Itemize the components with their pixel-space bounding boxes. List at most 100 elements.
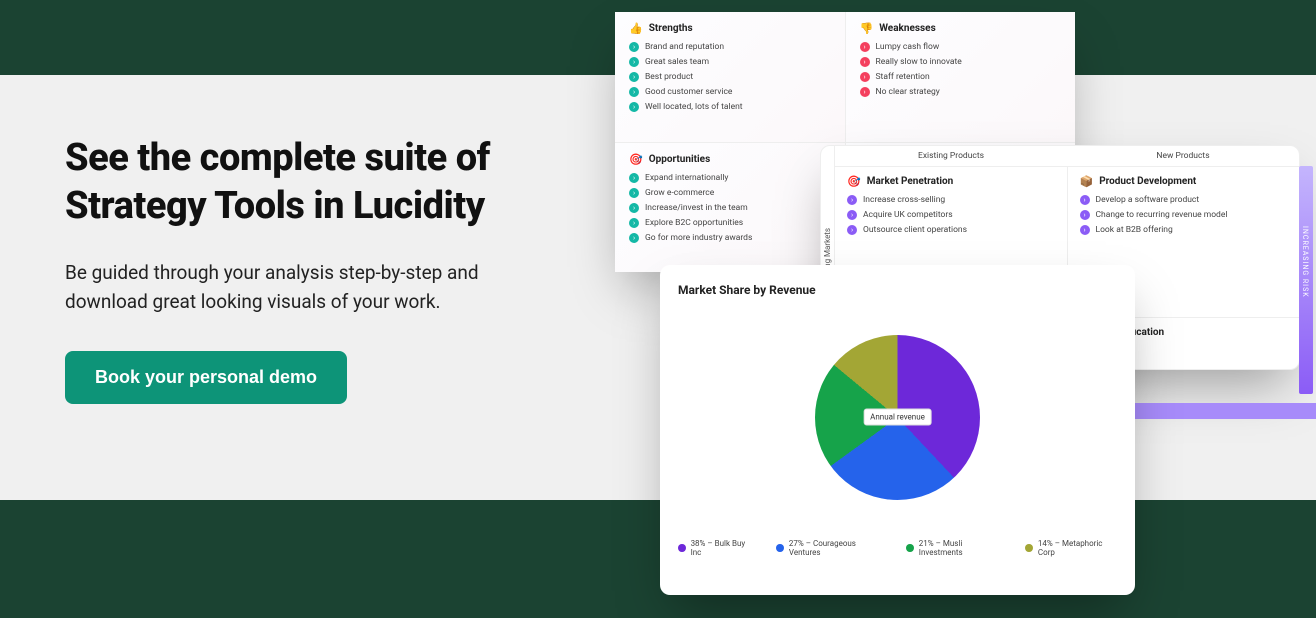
legend-item: 27% – Courageous Ventures [776,539,884,557]
list-item-label: Staff retention [876,72,930,82]
thumbs-down-icon: 👎 [860,22,874,35]
bullet-icon: › [629,218,639,228]
pie-center-label: Annual revenue [863,409,932,426]
bullet-icon: › [629,102,639,112]
list-item-label: Grow e-commerce [645,188,714,198]
ansoff-col-existing: Existing Products [835,146,1067,166]
swot-weaknesses-header: 👎 Weaknesses [860,22,1062,35]
bullet-icon: › [629,173,639,183]
subtext: Be guided through your analysis step-by-… [65,258,565,317]
list-item-label: Well located, lots of talent [645,102,743,112]
swot-strengths-header: 👍 Strengths [629,22,831,35]
ansoff-penetration-title: Market Penetration [867,176,954,187]
list-item: › No clear strategy [860,87,1062,97]
swot-opportunities-header: 🎯 Opportunities [629,153,831,166]
list-item: › Great sales team [629,57,831,67]
list-item-label: Develop a software product [1096,195,1200,205]
list-item: › Increase/invest in the team [629,203,831,213]
legend-item: 38% – Bulk Buy Inc [678,539,754,557]
list-item-label: Increase cross-selling [863,195,945,205]
bullet-icon: › [847,210,857,220]
list-item-label: Go for more industry awards [645,233,752,243]
bullet-icon: › [860,87,870,97]
target-icon: 🎯 [847,175,861,188]
legend-item: 14% – Metaphoric Corp [1025,539,1117,557]
list-item: ›Increase cross-selling [847,195,1055,205]
headline: See the complete suite of Strategy Tools… [65,135,565,230]
swot-opportunities: 🎯 Opportunities ›Expand internationally›… [615,143,845,273]
ansoff-col-labels: Existing Products New Products [835,146,1299,167]
list-item: › Go for more industry awards [629,233,831,243]
list-item: › Change to recurring revenue model [1080,210,1288,220]
list-item-label: Change to recurring revenue model [1096,210,1228,220]
thumbs-up-icon: 👍 [629,22,643,35]
list-item-label: Best product [645,72,693,82]
legend-dot-icon [1025,544,1033,552]
pie-title: Market Share by Revenue [678,283,1117,297]
list-item-label: Expand internationally [645,173,728,183]
legend-label: 21% – Musli Investments [919,539,1004,557]
bullet-icon: › [629,57,639,67]
list-item-label: Look at B2B offering [1096,225,1173,235]
legend-item: 21% – Musli Investments [906,539,1003,557]
bullet-icon: › [629,188,639,198]
list-item-label: Lumpy cash flow [876,42,940,52]
risk-label: INCREASING RISK [1301,226,1309,298]
swot-weaknesses: 👎 Weaknesses › Lumpy cash flow › Really slo… [846,12,1076,142]
package-icon: 📦 [1080,175,1094,188]
pie-wrap: Annual revenue [678,307,1117,527]
legend-label: 38% – Bulk Buy Inc [691,539,755,557]
bullet-icon: › [860,72,870,82]
list-item: › Explore B2C opportunities [629,218,831,228]
list-item: › Good customer service [629,87,831,97]
bullet-icon: › [1080,195,1090,205]
legend-dot-icon [906,544,914,552]
list-item: › Brand and reputation [629,42,831,52]
list-item-label: Great sales team [645,57,709,67]
swot-strengths: 👍 Strengths › Brand and reputation › Great … [615,12,845,142]
target-icon: 🎯 [629,153,643,166]
ansoff-product-dev-title: Product Development [1099,176,1196,187]
list-item-label: Explore B2C opportunities [645,218,743,228]
legend-dot-icon [776,544,784,552]
bullet-icon: › [629,42,639,52]
legend-label: 14% – Metaphoric Corp [1038,539,1117,557]
bullet-icon: › [629,233,639,243]
list-item: › Staff retention [860,72,1062,82]
swot-opportunities-title: Opportunities [649,154,711,165]
pie-legend: 38% – Bulk Buy Inc 27% – Courageous Ventu… [678,539,1117,557]
pie-chart: Annual revenue [815,335,980,500]
bullet-icon: › [629,87,639,97]
list-item: › Look at B2B offering [1080,225,1288,235]
list-item: › Best product [629,72,831,82]
list-item: › Well located, lots of talent [629,102,831,112]
list-item: › Expand internationally [629,173,831,183]
list-item: › Outsource client operations [847,225,1055,235]
bullet-icon: › [847,225,857,235]
list-item-label: No clear strategy [876,87,940,97]
list-item-label: Good customer service [645,87,732,97]
swot-strengths-title: Strengths [649,23,693,34]
list-item-label: Outsource client operations [863,225,967,235]
list-item-label: Acquire UK competitors [863,210,953,220]
list-item: › Acquire UK competitors [847,210,1055,220]
bullet-icon: › [1080,210,1090,220]
bullet-icon: › [629,203,639,213]
list-item-label: Really slow to innovate [876,57,962,67]
list-item: › Develop a software product [1080,195,1288,205]
book-demo-button[interactable]: Book your personal demo [65,351,347,404]
hero-content: See the complete suite of Strategy Tools… [65,135,565,404]
list-item-label: Brand and reputation [645,42,724,52]
list-item: › Lumpy cash flow [860,42,1062,52]
legend-label: 27% – Courageous Ventures [789,539,884,557]
legend-dot-icon [678,544,686,552]
bullet-icon: › [629,72,639,82]
bullet-icon: › [1080,225,1090,235]
bullet-icon: › [860,42,870,52]
ansoff-col-new: New Products [1067,146,1299,166]
list-item: › Grow e-commerce [629,188,831,198]
swot-weaknesses-title: Weaknesses [879,23,936,34]
pie-card: Market Share by Revenue Annual revenue 3… [660,265,1135,595]
bullet-icon: › [860,57,870,67]
list-item-label: Increase/invest in the team [645,203,748,213]
